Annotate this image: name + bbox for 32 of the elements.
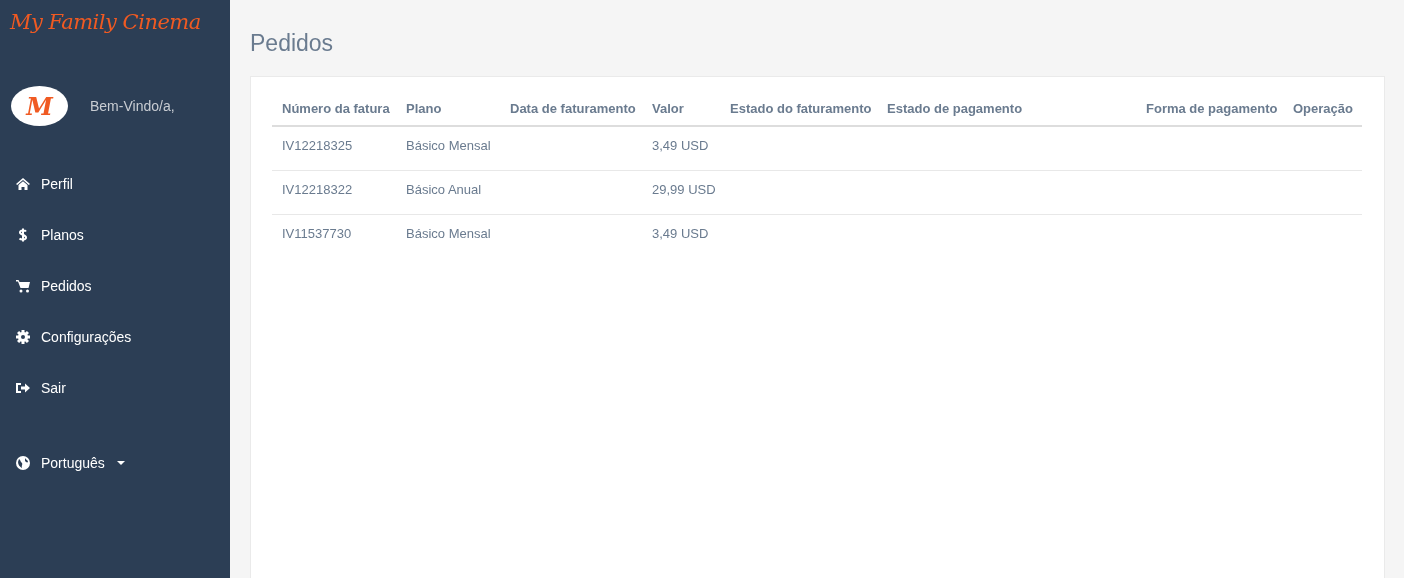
greeting: Bem-Vindo/a, xyxy=(90,98,175,114)
table-cell: IV11537730 xyxy=(282,226,352,241)
column-header: Número da fatura xyxy=(282,101,390,116)
table-cell: IV12218325 xyxy=(282,138,353,153)
caret-icon xyxy=(116,460,125,465)
column-header: Data de faturamento xyxy=(510,101,636,116)
avatar: M xyxy=(11,86,68,126)
settings-icon xyxy=(15,328,31,345)
nav-link[interactable]: Configurações xyxy=(0,311,230,362)
logo: My Family Cinema xyxy=(8,9,202,36)
nav-link[interactable]: Planos xyxy=(0,209,230,260)
globe-icon xyxy=(15,454,31,471)
table-cell: Básico Mensal xyxy=(406,138,491,153)
column-header: Forma de pagamento xyxy=(1146,101,1278,116)
nav-link[interactable]: Pedidos xyxy=(0,260,230,311)
table-cell: Básico Anual xyxy=(406,182,482,197)
page-title: Pedidos xyxy=(250,30,335,57)
language-selector[interactable]: Português xyxy=(0,437,230,488)
table-cell: 3,49 USD xyxy=(652,138,709,153)
column-header: Operação xyxy=(1293,101,1353,116)
table-cell: 29,99 USD xyxy=(652,182,716,197)
nav-link[interactable]: Sair xyxy=(0,362,230,413)
home-icon xyxy=(15,175,31,192)
column-header: Valor xyxy=(652,101,684,116)
table-cell: IV12218322 xyxy=(282,182,353,197)
cart-icon xyxy=(15,277,31,294)
column-header: Estado do faturamento xyxy=(730,101,872,116)
table-cell: Básico Mensal xyxy=(406,226,491,241)
nav-link[interactable]: Perfil xyxy=(0,158,230,209)
column-header: Estado de pagamento xyxy=(887,101,1023,116)
column-header: Plano xyxy=(406,101,442,116)
table-cell: 3,49 USD xyxy=(652,226,709,241)
